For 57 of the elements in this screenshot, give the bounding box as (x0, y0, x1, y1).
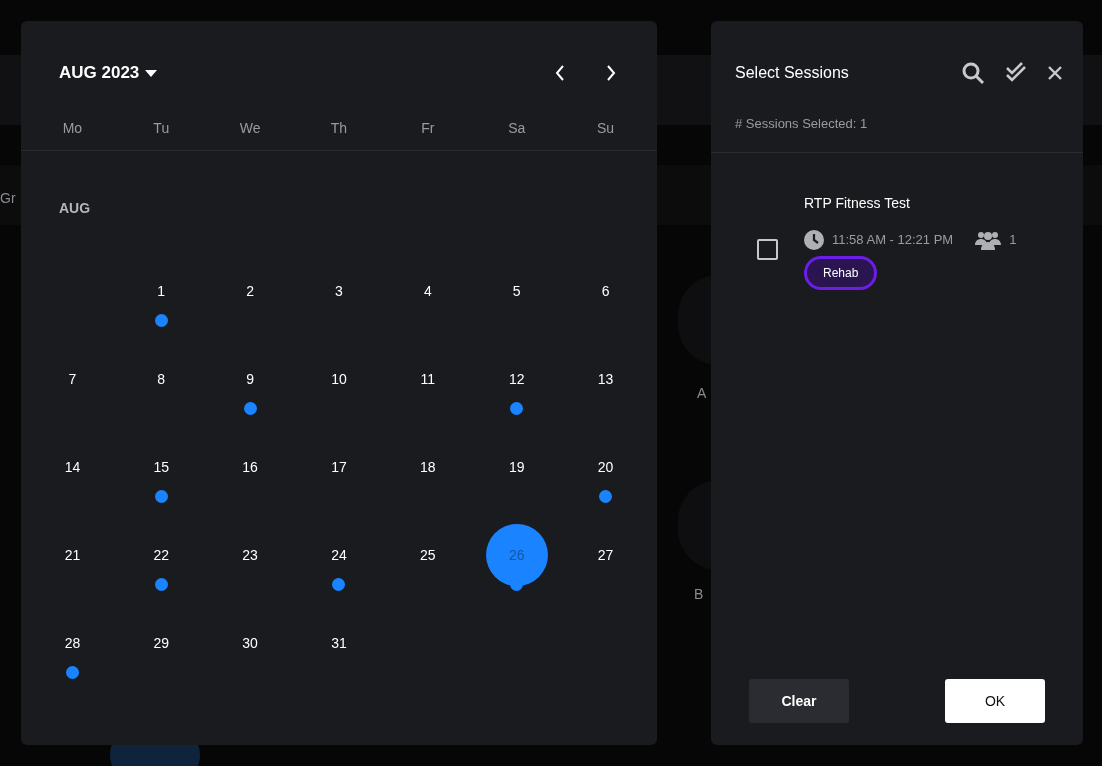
search-button[interactable] (961, 61, 985, 85)
session-title: RTP Fitness Test (804, 194, 911, 213)
clock-icon (804, 230, 824, 250)
day-cell[interactable]: 22 (141, 532, 182, 578)
day-cell[interactable]: 29 (141, 620, 182, 666)
day-cell[interactable]: 17 (319, 444, 359, 490)
day-cell[interactable]: 24 (319, 532, 359, 578)
day-cell[interactable]: 2 (230, 268, 271, 314)
session-tag: Rehab (804, 256, 878, 290)
day-cell[interactable]: 1 (141, 268, 182, 314)
day-cell[interactable]: 9 (230, 356, 271, 402)
day-cell[interactable]: 23 (230, 532, 271, 578)
close-button[interactable] (1047, 65, 1063, 81)
panel-title: Select Sessions (735, 63, 849, 83)
day-cell[interactable]: 19 (496, 444, 537, 490)
day-cell[interactable]: 6 (585, 268, 626, 314)
day-cell[interactable]: 13 (585, 356, 626, 402)
day-cell[interactable]: 8 (141, 356, 182, 402)
background-label: A (697, 384, 707, 403)
day-cell[interactable]: 21 (52, 532, 93, 578)
clear-button[interactable]: Clear (749, 679, 849, 723)
session-time: 11:58 AM - 12:21 PM (832, 231, 954, 250)
day-cell[interactable]: 12 (496, 356, 537, 402)
day-cell[interactable]: 4 (407, 268, 448, 314)
checkbox[interactable] (757, 239, 778, 260)
weekday-label: Fr (421, 119, 435, 138)
day-cell[interactable]: 15 (141, 444, 182, 490)
weekday-label: Su (597, 119, 615, 138)
ok-button[interactable]: OK (945, 679, 1045, 723)
background-label: B (694, 585, 704, 604)
day-cell[interactable]: 31 (319, 620, 359, 666)
day-cell[interactable]: 30 (230, 620, 271, 666)
day-cell[interactable]: 7 (52, 356, 93, 402)
day-cell[interactable]: 5 (496, 268, 537, 314)
participant-count: 1 (1009, 231, 1017, 250)
weekday-label: Mo (62, 119, 83, 138)
select-all-button[interactable] (1005, 62, 1027, 84)
weekday-label: Sa (508, 119, 526, 138)
day-cell[interactable]: 3 (319, 268, 359, 314)
month-label: AUG (59, 200, 91, 216)
day-cell[interactable]: 18 (407, 444, 448, 490)
day-cell[interactable]: 28 (52, 620, 93, 666)
caret-icon (145, 69, 158, 77)
weekday-label: Tu (153, 119, 170, 138)
weekday-label: Th (330, 119, 348, 138)
day-cell[interactable]: 10 (319, 356, 359, 402)
selected-count: # Sessions Selected: 1 (735, 116, 868, 131)
day-cell[interactable]: 25 (407, 532, 448, 578)
day-cell[interactable]: 11 (407, 356, 448, 402)
people-icon (975, 230, 1002, 250)
day-cell[interactable]: 14 (52, 444, 93, 490)
month-selector[interactable]: AUG 2023 (59, 60, 158, 86)
day-cell[interactable]: 20 (585, 444, 626, 490)
weekday-label: We (239, 119, 261, 138)
day-cell[interactable]: 16 (230, 444, 271, 490)
day-cell[interactable]: 27 (585, 532, 626, 578)
background-label: Gr (0, 189, 16, 208)
